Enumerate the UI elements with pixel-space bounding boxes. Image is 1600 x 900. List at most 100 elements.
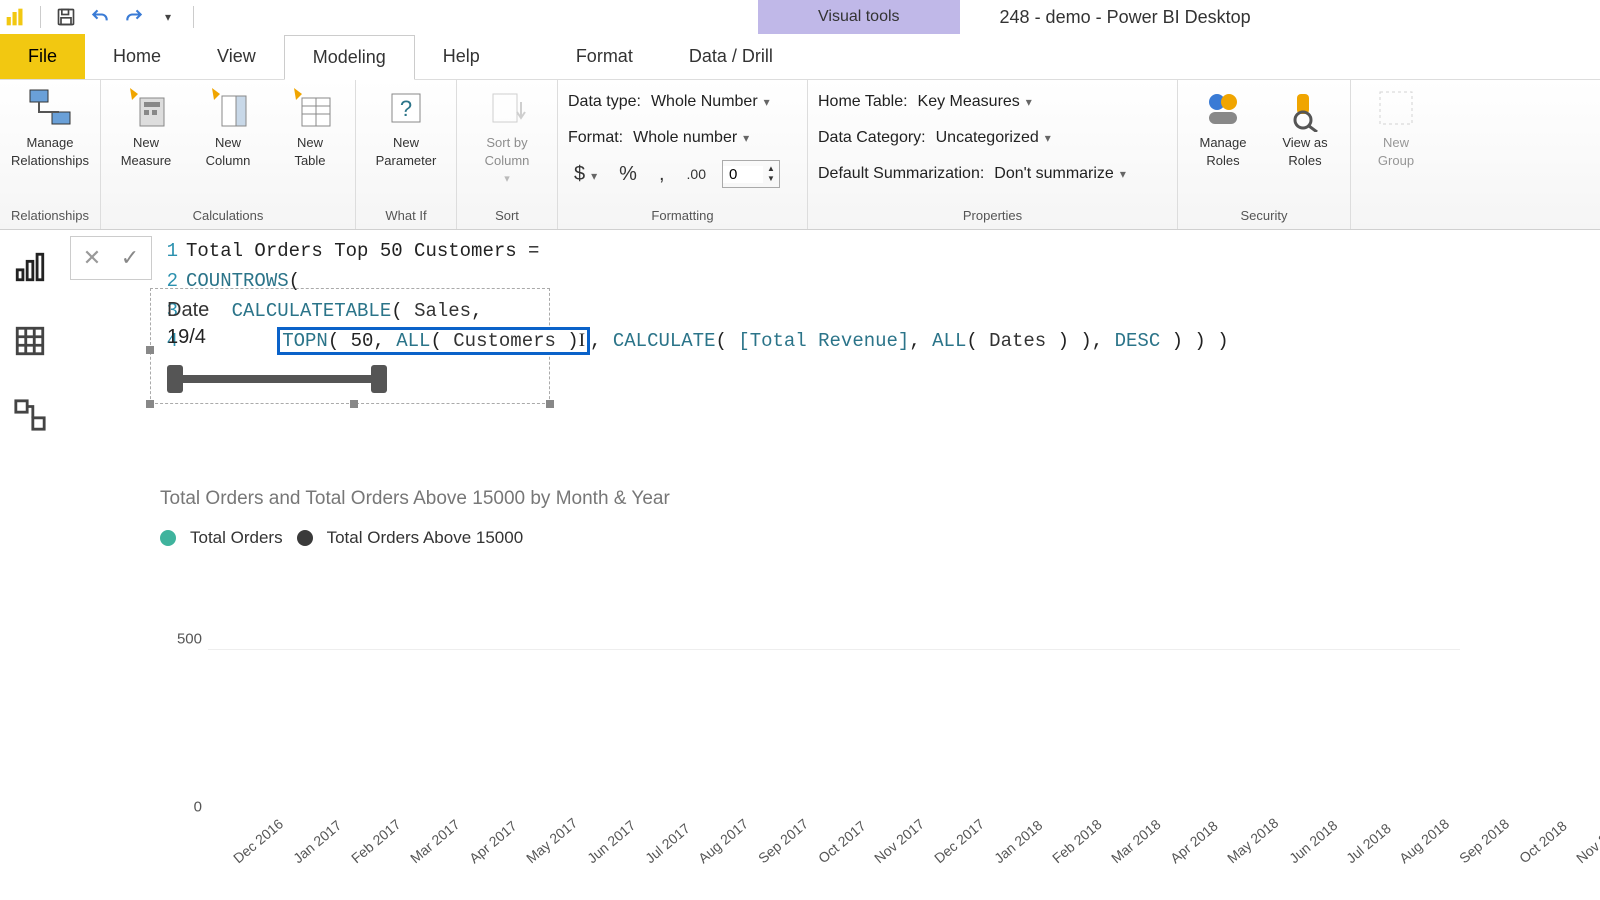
x-axis-label: Jul 2017 — [642, 820, 693, 866]
new-measure-button[interactable]: New Measure — [111, 84, 181, 170]
manage-roles-button[interactable]: Manage Roles — [1188, 84, 1258, 170]
new-column-button[interactable]: New Column — [193, 84, 263, 170]
group-groups: New Group — [1351, 80, 1441, 229]
qat-customize-icon[interactable]: ▾ — [155, 4, 181, 30]
resize-handle[interactable] — [146, 346, 154, 354]
new-column-label: New Column — [206, 134, 251, 170]
undo-icon[interactable] — [87, 4, 113, 30]
group-calculations: New Measure New Column New Table Calcula… — [101, 80, 356, 229]
view-as-roles-button[interactable]: View as Roles — [1270, 84, 1340, 170]
resize-handle[interactable] — [546, 400, 554, 408]
group-sort: Sort by Column ▾ Sort — [457, 80, 558, 229]
ribbon: Manage Relationships Relationships New M… — [0, 80, 1600, 230]
x-axis-label: Aug 2017 — [695, 815, 751, 866]
tab-view[interactable]: View — [189, 34, 284, 79]
svg-text:?: ? — [400, 96, 412, 121]
group-whatif: ? New Parameter What If — [356, 80, 457, 229]
x-axis-label: Jul 2018 — [1343, 820, 1394, 866]
contextual-tab-visual-tools: Visual tools — [758, 0, 960, 34]
x-axis-label: Mar 2018 — [1108, 816, 1164, 866]
formula-line-1: Total Orders Top 50 Customers = — [186, 236, 539, 266]
chart-plot-area: 0 500 Dec 2016Jan 2017Feb 2017Mar 2017Ap… — [160, 566, 1460, 846]
tab-modeling[interactable]: Modeling — [284, 35, 415, 80]
report-canvas: ✕ ✓ 1Total Orders Top 50 Customers = 2CO… — [70, 236, 1600, 900]
group-calculations-label: Calculations — [111, 204, 345, 227]
view-as-roles-label: View as Roles — [1282, 134, 1327, 170]
slider-thumb-start[interactable] — [167, 365, 183, 393]
x-axis-label: Sep 2017 — [755, 815, 811, 866]
window-title: 248 - demo - Power BI Desktop — [960, 7, 1600, 28]
save-icon[interactable] — [53, 4, 79, 30]
x-axis-label: Jan 2017 — [290, 817, 344, 866]
formula-bar-buttons: ✕ ✓ — [70, 236, 152, 280]
y-tick-500: 500 — [177, 631, 202, 648]
column-icon — [204, 84, 252, 132]
formula-line-4: TOPN( 50, ALL( Customers )I, CALCULATE( … — [186, 326, 1229, 356]
x-axis-label: Jun 2017 — [584, 817, 638, 866]
chart-title: Total Orders and Total Orders Above 1500… — [160, 488, 1460, 510]
currency-format-button[interactable]: $ — [568, 163, 603, 186]
sort-icon — [483, 84, 531, 132]
x-axis-label: Oct 2017 — [815, 817, 869, 866]
column-chart-visual[interactable]: Total Orders and Total Orders Above 1500… — [160, 488, 1460, 846]
x-axis-label: Apr 2017 — [466, 817, 520, 866]
group-relationships-label: Relationships — [10, 204, 90, 227]
summarization-label: Default Summarization: — [818, 165, 984, 183]
new-measure-label: New Measure — [121, 134, 172, 170]
view-switcher — [0, 240, 60, 432]
tab-file[interactable]: File — [0, 34, 85, 79]
group-formatting: Data type: Whole Number Format: Whole nu… — [558, 80, 808, 229]
format-label: Format: — [568, 129, 623, 147]
table-icon — [286, 84, 334, 132]
tab-data-drill[interactable]: Data / Drill — [661, 34, 801, 79]
chart-legend: Total Orders Total Orders Above 15000 — [160, 528, 1460, 548]
manage-roles-label: Manage Roles — [1200, 134, 1247, 170]
category-dropdown[interactable]: Uncategorized — [936, 129, 1051, 147]
x-axis-label: Dec 2016 — [230, 815, 286, 866]
hometable-dropdown[interactable]: Key Measures — [918, 93, 1032, 111]
category-label: Data Category: — [818, 129, 926, 147]
hometable-label: Home Table: — [818, 93, 908, 111]
new-group-button[interactable]: New Group — [1361, 84, 1431, 170]
model-view-icon[interactable] — [13, 398, 47, 432]
x-axis-label: Oct 2018 — [1516, 817, 1570, 866]
x-axis-label: Feb 2017 — [348, 816, 404, 866]
resize-handle[interactable] — [350, 400, 358, 408]
ribbon-tabs: File Home View Modeling Help Format Data… — [0, 34, 1600, 80]
percent-format-button[interactable]: % — [613, 163, 643, 186]
slicer-slider[interactable] — [167, 375, 387, 383]
resize-handle[interactable] — [146, 400, 154, 408]
data-view-icon[interactable] — [13, 324, 47, 358]
new-table-button[interactable]: New Table — [275, 84, 345, 170]
tab-help[interactable]: Help — [415, 34, 508, 79]
slider-thumb-end[interactable] — [371, 365, 387, 393]
measure-icon — [122, 84, 170, 132]
tab-format[interactable]: Format — [548, 34, 661, 79]
format-dropdown[interactable]: Whole number — [633, 129, 749, 147]
decimal-places-input[interactable]: ▲▼ — [722, 160, 780, 188]
tab-home[interactable]: Home — [85, 34, 189, 79]
x-axis-label: Jan 2018 — [991, 817, 1045, 866]
new-table-label: New Table — [294, 134, 325, 170]
legend-marker-1 — [160, 530, 176, 546]
accept-formula-button[interactable]: ✓ — [113, 241, 147, 275]
decimal-spin-arrows[interactable]: ▲▼ — [763, 164, 779, 184]
x-axis-label: Mar 2017 — [407, 816, 463, 866]
datatype-dropdown[interactable]: Whole Number — [651, 93, 770, 111]
thousands-separator-button[interactable]: , — [653, 163, 671, 186]
redo-icon[interactable] — [121, 4, 147, 30]
decimal-places-field[interactable] — [723, 166, 763, 183]
new-parameter-button[interactable]: ? New Parameter — [366, 84, 446, 170]
manage-relationships-button[interactable]: Manage Relationships — [10, 84, 90, 170]
group-security: Manage Roles View as Roles Security — [1178, 80, 1351, 229]
bars-area — [218, 566, 1460, 818]
x-axis-label: Sep 2018 — [1456, 815, 1512, 866]
roles-icon — [1199, 84, 1247, 132]
slicer-title: Date — [167, 299, 533, 322]
view-as-icon — [1281, 84, 1329, 132]
x-axis-label: Nov 2017 — [871, 815, 927, 866]
cancel-formula-button[interactable]: ✕ — [75, 241, 109, 275]
report-view-icon[interactable] — [13, 250, 47, 284]
sort-by-column-button[interactable]: Sort by Column ▾ — [467, 84, 547, 188]
summarization-dropdown[interactable]: Don't summarize — [994, 165, 1126, 183]
